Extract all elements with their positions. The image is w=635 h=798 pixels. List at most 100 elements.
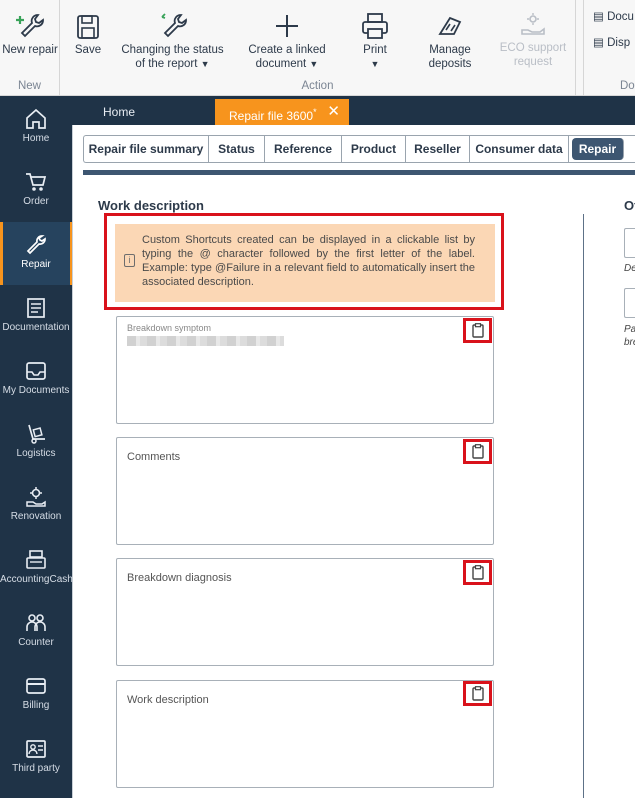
nav-item-third-party[interactable]: Third party bbox=[0, 726, 72, 789]
nav-label-my-documents: My Documents bbox=[2, 385, 70, 396]
main-panel: Repair file summary Status Reference Pro… bbox=[72, 125, 635, 798]
nav-label-billing: Billing bbox=[22, 700, 50, 711]
right-section-title: Ot bbox=[624, 198, 635, 213]
breakdown-diagnosis-field[interactable]: Breakdown diagnosis bbox=[116, 558, 494, 666]
change-status-button[interactable]: Changing the status of the report ▼ bbox=[115, 12, 230, 71]
print-label: Print bbox=[363, 44, 387, 56]
manage-deposits-label: Manage deposits bbox=[428, 44, 472, 70]
tab-repair-file-label: Repair file 3600 bbox=[229, 109, 314, 123]
info-highlight-box bbox=[104, 213, 504, 310]
nav-label-order: Order bbox=[23, 196, 49, 207]
docs-item-1[interactable]: ▤ Docu bbox=[593, 9, 634, 23]
subtab-label: Status bbox=[218, 142, 255, 156]
create-linked-document-button[interactable]: Create a linked document ▼ bbox=[232, 12, 342, 71]
nav-item-order[interactable]: Order bbox=[0, 159, 72, 222]
chevron-down-icon: ▼ bbox=[370, 59, 380, 69]
right-caption-2a: Pa bbox=[624, 324, 635, 335]
new-repair-button[interactable]: New repair bbox=[2, 12, 58, 57]
tab-home[interactable]: Home bbox=[89, 99, 214, 125]
nav-item-home[interactable]: Home bbox=[0, 96, 72, 159]
subtab-label: Consumer data bbox=[475, 142, 563, 156]
hand-truck-icon bbox=[28, 424, 45, 444]
eco-support-label: ECO support request bbox=[499, 42, 567, 68]
nav-item-billing[interactable]: Billing bbox=[0, 663, 72, 726]
subtab-repair[interactable]: Repair bbox=[572, 138, 624, 160]
new-repair-label: New repair bbox=[2, 44, 58, 56]
left-nav: Home Order Repair Documentation My Docum… bbox=[0, 96, 73, 798]
save-label: Save bbox=[74, 44, 102, 56]
subtab-label: Repair file summary bbox=[88, 142, 204, 156]
repair-subtabs: Repair file summary Status Reference Pro… bbox=[83, 135, 635, 163]
nav-item-renovation[interactable]: Renovation bbox=[0, 474, 72, 537]
right-field-2[interactable] bbox=[624, 288, 635, 318]
credit-card-icon bbox=[26, 678, 46, 694]
subtab-status[interactable]: Status bbox=[209, 136, 265, 162]
printer-icon bbox=[362, 13, 388, 39]
shortcut-clipboard-button[interactable] bbox=[463, 560, 492, 585]
right-field-1[interactable] bbox=[624, 228, 635, 258]
shortcut-clipboard-button[interactable] bbox=[463, 439, 492, 464]
save-button[interactable]: Save bbox=[66, 14, 110, 57]
clipboard-icon bbox=[471, 444, 484, 459]
clipboard-icon bbox=[471, 686, 484, 701]
cash-register-icon bbox=[26, 550, 46, 569]
wrench-plus-icon bbox=[16, 14, 44, 38]
ribbon: New repair New Save Changing the status … bbox=[0, 0, 635, 96]
id-card-icon bbox=[26, 740, 46, 758]
right-caption-2: Pa bre bbox=[624, 323, 635, 349]
nav-item-my-documents[interactable]: My Documents bbox=[0, 348, 72, 411]
eco-support-request-button[interactable]: ECO support request bbox=[495, 12, 571, 69]
document-icon: ▤ bbox=[593, 11, 604, 23]
subtab-consumer-data[interactable]: Consumer data bbox=[470, 136, 569, 162]
document-icon: ▤ bbox=[593, 37, 604, 49]
subtab-reference[interactable]: Reference bbox=[265, 136, 342, 162]
nav-item-counter[interactable]: Counter bbox=[0, 600, 72, 663]
redacted-value bbox=[127, 336, 284, 346]
wrench-icon bbox=[26, 235, 46, 255]
nav-item-accounting-cash[interactable]: AccountingCash bbox=[0, 537, 73, 600]
subtab-label: Repair bbox=[578, 142, 617, 156]
subtab-underline bbox=[83, 170, 635, 175]
nav-label-logistics: Logistics bbox=[16, 448, 56, 459]
work-description-field[interactable]: Work description bbox=[116, 680, 494, 788]
group-label-docs: Do bbox=[620, 80, 635, 92]
clipboard-icon bbox=[471, 565, 484, 580]
docs-item-2[interactable]: ▤ Disp bbox=[593, 35, 630, 49]
breakdown-symptom-field[interactable]: Breakdown symptom bbox=[116, 316, 494, 424]
wrench-refresh-icon bbox=[160, 13, 187, 38]
nav-item-logistics[interactable]: Logistics bbox=[0, 411, 72, 474]
docs-item-1-label: Docu bbox=[607, 11, 634, 23]
subtab-product[interactable]: Product bbox=[342, 136, 406, 162]
deposit-icon bbox=[438, 16, 462, 35]
nav-label-documentation: Documentation bbox=[2, 322, 70, 333]
subtab-label: Reseller bbox=[414, 142, 461, 156]
shortcut-clipboard-button[interactable] bbox=[463, 318, 492, 343]
subtab-repair-file-summary[interactable]: Repair file summary bbox=[84, 136, 209, 162]
nav-label-renovation: Renovation bbox=[10, 511, 62, 522]
plus-icon bbox=[276, 15, 298, 37]
nav-item-documentation[interactable]: Documentation bbox=[0, 285, 72, 348]
chevron-down-icon: ▼ bbox=[309, 59, 319, 69]
work-description-label: Work description bbox=[127, 694, 209, 706]
close-icon[interactable]: ✕ bbox=[327, 99, 340, 125]
nav-label-accounting-cash: AccountingCash bbox=[0, 574, 73, 585]
manage-deposits-button[interactable]: Manage deposits bbox=[415, 12, 485, 71]
people-icon bbox=[26, 614, 46, 631]
tab-repair-file[interactable]: Repair file 3600* ✕ bbox=[215, 99, 349, 125]
comments-label: Comments bbox=[127, 451, 181, 463]
comments-field[interactable]: Comments bbox=[116, 437, 494, 545]
section-title-work-description: Work description bbox=[98, 198, 204, 213]
subtab-label: Reference bbox=[273, 142, 333, 156]
nav-item-repair[interactable]: Repair bbox=[0, 222, 72, 285]
subtab-reseller[interactable]: Reseller bbox=[406, 136, 470, 162]
column-divider bbox=[583, 214, 584, 798]
print-button[interactable]: Print ▼ bbox=[350, 12, 400, 71]
shortcut-clipboard-button[interactable] bbox=[463, 681, 492, 706]
unsaved-marker: * bbox=[313, 107, 317, 117]
gear-hand-icon bbox=[26, 487, 46, 507]
tab-home-label: Home bbox=[103, 105, 136, 119]
clipboard-icon bbox=[471, 323, 484, 338]
eco-hand-icon bbox=[521, 13, 545, 35]
nav-label-third-party: Third party bbox=[12, 763, 60, 774]
save-icon bbox=[77, 15, 99, 39]
